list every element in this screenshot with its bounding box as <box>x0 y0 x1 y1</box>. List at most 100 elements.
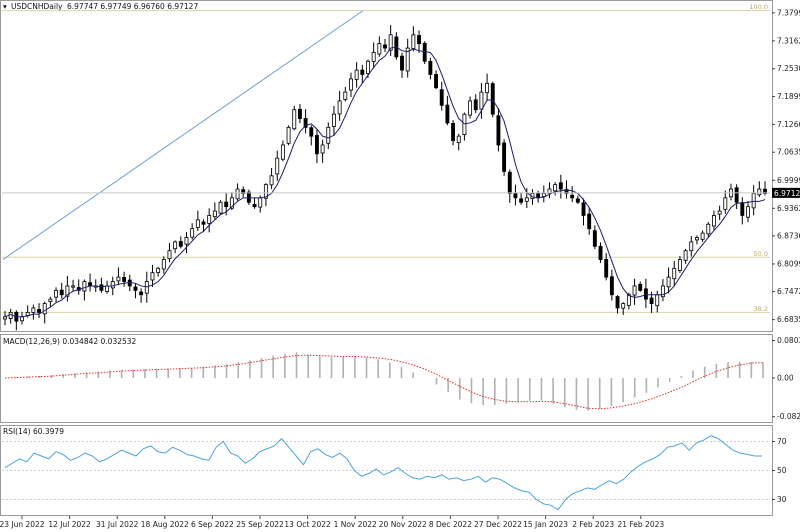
candle-body <box>173 241 178 250</box>
candle-body <box>507 171 512 194</box>
candle-body <box>201 221 206 225</box>
price-tick-label: 7.37990 <box>777 8 800 17</box>
x-tick-label: 18 Aug 2022 <box>141 520 189 529</box>
moving-average-line <box>4 46 766 318</box>
candle-body <box>269 175 274 186</box>
candle-body <box>332 113 336 127</box>
macd-pane <box>0 334 773 423</box>
candle-body <box>377 43 382 55</box>
candle-body <box>82 281 87 292</box>
x-tick-label: 15 Jan 2023 <box>523 520 568 529</box>
candle-body <box>156 267 161 273</box>
candle-body <box>706 223 711 235</box>
candle-body <box>513 192 518 199</box>
macd-tick-label: -0.08289 <box>777 412 800 421</box>
price-tick-label: 6.74720 <box>777 287 800 296</box>
candle-body <box>456 135 461 144</box>
candle-body <box>632 285 637 296</box>
candle-body <box>212 210 217 218</box>
candle-body <box>689 241 694 252</box>
price-tick-label: 7.25305 <box>777 64 800 73</box>
dropdown-triangle-icon[interactable]: ▾ <box>3 2 7 11</box>
x-tick-label: 20 Nov 2022 <box>379 520 427 529</box>
candle-body <box>751 193 756 209</box>
x-tick-label: 6 Sep 2022 <box>191 520 234 529</box>
candle-body <box>502 142 507 172</box>
candle-body <box>740 202 745 216</box>
candle-body <box>326 126 331 144</box>
candle-body <box>638 283 643 291</box>
candle-body <box>558 182 563 190</box>
candle-body <box>428 60 433 75</box>
price-tick-label: 6.80990 <box>777 259 800 268</box>
candle-body <box>604 259 609 278</box>
candle-body <box>496 115 501 146</box>
candle-body <box>746 206 750 218</box>
candle-body <box>655 294 660 307</box>
candle-body <box>434 74 438 89</box>
candle-body <box>371 52 376 62</box>
candle-body <box>59 289 64 296</box>
candle-body <box>700 232 705 240</box>
chart-canvas: ▾ USDCNHDaily 6.97747 6.97749 6.96760 6.… <box>0 0 800 529</box>
candle-body <box>252 204 257 208</box>
candle-body <box>462 113 467 136</box>
candle-body <box>360 69 365 75</box>
candle-body <box>207 215 212 224</box>
candle-body <box>734 187 739 203</box>
candle-body <box>615 296 620 309</box>
candle-body <box>757 188 762 196</box>
candle-body <box>297 108 302 119</box>
candle-body <box>184 237 189 245</box>
price-tick-label: 6.99990 <box>777 176 800 185</box>
candle-body <box>536 192 541 199</box>
price-pane <box>0 0 773 332</box>
candle-body <box>139 291 144 296</box>
candle-body <box>31 307 36 313</box>
candle-body <box>286 126 291 144</box>
candle-body <box>150 272 155 281</box>
candle-body <box>587 213 592 230</box>
macd-tick-label: 0.080366 <box>777 336 800 345</box>
candle-body <box>292 109 297 130</box>
rsi-line <box>4 435 762 511</box>
current-price-label: 6.97127 <box>774 189 800 198</box>
trendline[interactable] <box>2 10 364 260</box>
candle-body <box>37 309 41 313</box>
candle-body <box>349 78 353 91</box>
candle-body <box>717 210 722 215</box>
candle-body <box>598 245 603 260</box>
candle-body <box>190 228 195 238</box>
candle-body <box>473 99 478 111</box>
candle-body <box>524 197 529 202</box>
candle-body <box>275 157 280 175</box>
candle-body <box>479 91 484 110</box>
x-tick-label: 25 Sep 2022 <box>236 520 284 529</box>
fib-level-label: 100.0 <box>749 3 768 11</box>
candle-body <box>258 197 263 208</box>
candle-body <box>575 198 580 203</box>
candle-body <box>422 42 427 62</box>
candle-body <box>167 250 172 260</box>
price-tick-label: 6.93625 <box>777 204 800 213</box>
macd-header: MACD(12,26,9) 0.034842 0.032532 <box>3 337 137 346</box>
candle-body <box>218 201 223 214</box>
x-tick-label: 27 Dec 2022 <box>474 520 522 529</box>
candle-body <box>649 297 654 304</box>
candle-body <box>519 198 524 203</box>
candle-body <box>592 230 597 247</box>
x-tick-label: 8 Dec 2022 <box>429 520 472 529</box>
candle-body <box>224 201 229 208</box>
macd-tick-label: 0.00 <box>777 374 794 383</box>
candle-body <box>343 91 348 100</box>
candle-body <box>490 83 495 115</box>
candle-body <box>411 34 416 49</box>
candle-body <box>400 55 404 71</box>
candle-body <box>314 135 319 155</box>
candle-body <box>144 281 149 294</box>
x-tick-label: 21 Feb 2023 <box>617 520 664 529</box>
candle-body <box>122 277 127 282</box>
macd-signal-line <box>4 354 764 410</box>
candle-body <box>672 267 677 280</box>
price-tick-label: 7.18990 <box>777 92 800 101</box>
